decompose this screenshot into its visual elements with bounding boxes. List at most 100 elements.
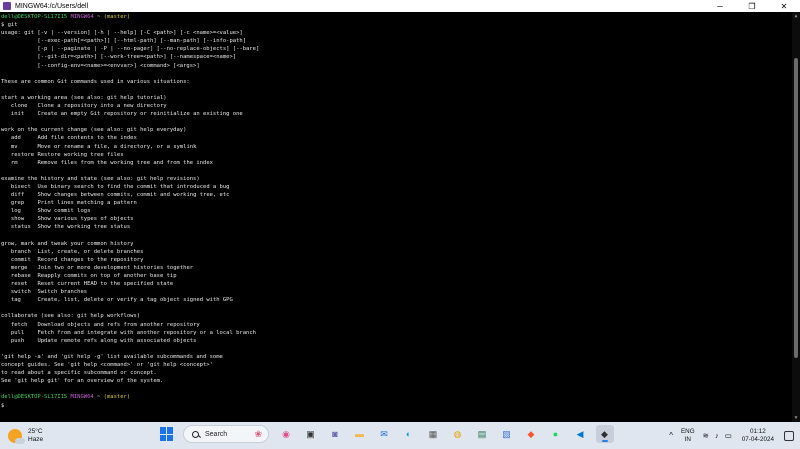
scroll-up-arrow-icon[interactable]: ▲ (793, 13, 799, 19)
meet-icon[interactable]: ◉ (277, 425, 295, 443)
command-desc: Clone a repository into a new directory (37, 103, 167, 110)
language-indicator[interactable]: ENG IN (681, 428, 695, 443)
mail-icon[interactable]: ✉ (375, 425, 393, 443)
brave-icon[interactable]: ◆ (522, 425, 540, 443)
cursor-prompt: $ (1, 402, 5, 409)
footer-line: 'git help -a' and 'git help -g' list ava… (1, 353, 792, 361)
command-desc: Add file contents to the index (37, 135, 137, 142)
usage-text: [-p | --paginate | -P | --no-pager] [--n… (1, 46, 260, 53)
search-label: Search (205, 430, 228, 438)
window-title: MINGW64:/c/Users/dell (15, 2, 89, 10)
file-explorer-icon[interactable]: ▬ (351, 425, 369, 443)
command-entry: rebase Reapply commits on top of another… (1, 272, 792, 280)
command-entry: branch List, create, or delete branches (1, 248, 792, 256)
terminal-scrollbar[interactable]: ▲ ▼ (792, 12, 800, 422)
prompt-line: dell@DESKTOP-SL17I15 MINGW64 ~ (master) (1, 393, 792, 401)
minimize-button[interactable]: ─ (704, 0, 736, 12)
start-button[interactable] (160, 427, 174, 441)
command-entry: push Update remote refs along with assoc… (1, 337, 792, 345)
footer-line: to read about a specific subcommand or c… (1, 369, 792, 377)
command-name: show (1, 216, 38, 223)
command-desc: Create an empty Git repository or reinit… (37, 111, 243, 118)
command-desc: Record changes to the repository (37, 256, 144, 263)
command-name: tag (1, 297, 38, 304)
prompt-user-host: dell@DESKTOP-SL17I15 (1, 14, 68, 20)
command-name: grep (1, 200, 38, 207)
section-heading: work on the current change (see also: gi… (1, 126, 792, 134)
section-heading-text: start a working area (see also: git help… (1, 94, 167, 101)
command-name: push (1, 337, 38, 344)
command-entry: mv Move or rename a file, a directory, o… (1, 143, 792, 151)
clock-date: 07-04-2024 (741, 435, 774, 443)
taskbar-search[interactable]: Search ❀ (183, 425, 269, 443)
taskbar-clock[interactable]: 01:12 07-04-2024 (742, 428, 774, 444)
command-entry: log Show commit logs (1, 207, 792, 215)
usage-line: [--config-env=<name>=<envvar>] <command>… (1, 62, 792, 70)
command-name: mv (1, 143, 38, 150)
section-heading: start a working area (see also: git help… (1, 94, 792, 102)
notifications-icon[interactable] (784, 430, 794, 441)
calculator-icon[interactable]: ▦ (424, 425, 442, 443)
command-desc: Show changes between commits, commit and… (37, 192, 230, 199)
section-heading-text: collaborate (see also: git help workflow… (1, 313, 141, 320)
command-entry: show Show various types of objects (1, 215, 792, 223)
command-name: commit (1, 256, 38, 263)
weather-temp: 25°C (28, 427, 43, 435)
excel-icon[interactable]: ▤ (473, 425, 491, 443)
command-name: restore (1, 151, 38, 158)
battery-icon[interactable]: ▭ (725, 431, 732, 440)
teams-icon[interactable]: ◙ (326, 425, 344, 443)
command-entry: add Add file contents to the index (1, 134, 792, 142)
terminal-output[interactable]: dell@DESKTOP-SL17I15 MINGW64 ~ (master) $… (0, 12, 792, 422)
command-desc: Update remote refs along with associated… (37, 337, 197, 344)
maximize-button[interactable]: ❐ (736, 0, 768, 12)
chrome-icon[interactable]: ◍ (449, 425, 467, 443)
vscode-icon[interactable]: ◀ (571, 425, 589, 443)
photos-icon[interactable]: ▧ (498, 425, 516, 443)
scroll-down-arrow-icon[interactable]: ▼ (793, 415, 799, 421)
command-name: status (1, 224, 38, 231)
weather-widget[interactable]: 25°C Haze (8, 428, 43, 444)
taskview-icon[interactable]: ▣ (302, 425, 320, 443)
command-desc: Restore working tree files (37, 151, 124, 158)
command-desc: Remove files from the working tree and f… (37, 159, 213, 166)
whatsapp-icon[interactable]: ● (547, 425, 565, 443)
command-desc: Reset current HEAD to the specified stat… (37, 281, 174, 288)
command-desc: Use binary search to find the commit tha… (37, 183, 230, 190)
command-name: diff (1, 192, 38, 199)
section-heading: grow, mark and tweak your common history (1, 240, 792, 248)
usage-text: [--config-env=<name>=<envvar>] <command>… (1, 62, 200, 69)
command-desc: Switch branches (37, 289, 88, 296)
command-entry: pull Fetch from and integrate with anoth… (1, 329, 792, 337)
command-entry: diff Show changes between commits, commi… (1, 191, 792, 199)
command-entry: reset Reset current HEAD to the specifie… (1, 280, 792, 288)
command-entry: rm Remove files from the working tree an… (1, 159, 792, 167)
command-desc: Show the working tree status (37, 224, 131, 231)
footer-text: See 'git help git' for an overview of th… (1, 378, 164, 385)
usage-line: [--git-dir=<path>] [--work-tree=<path>] … (1, 53, 792, 61)
wifi-icon[interactable]: ≋ (703, 431, 709, 440)
window-titlebar[interactable]: MINGW64:/c/Users/dell ─ ❐ ✕ (0, 0, 800, 12)
command-desc: Show commit logs (37, 208, 91, 215)
search-highlight-icon: ❀ (254, 428, 262, 439)
intro-text: These are common Git commands used in va… (1, 78, 190, 85)
region-code: IN (684, 435, 691, 443)
intro-line: These are common Git commands used in va… (1, 78, 792, 86)
edge-icon[interactable]: ◐ (400, 425, 418, 443)
windows-logo-quad (160, 434, 166, 441)
show-hidden-icons-chevron-icon[interactable]: ^ (669, 431, 673, 440)
command-entry: init Create an empty Git repository or r… (1, 110, 792, 118)
volume-icon[interactable]: ♪ (715, 431, 719, 440)
scrollbar-thumb[interactable] (794, 58, 798, 358)
git-bash-icon[interactable]: ◆ (595, 425, 614, 443)
usage-line: [--exec-path[=<path>]] [--html-path] [--… (1, 37, 792, 45)
command-desc: List, create, or delete branches (37, 248, 144, 255)
command-name: init (1, 111, 38, 118)
active-window-indicator (601, 440, 608, 442)
close-button[interactable]: ✕ (768, 0, 800, 12)
section-heading: collaborate (see also: git help workflow… (1, 312, 792, 320)
